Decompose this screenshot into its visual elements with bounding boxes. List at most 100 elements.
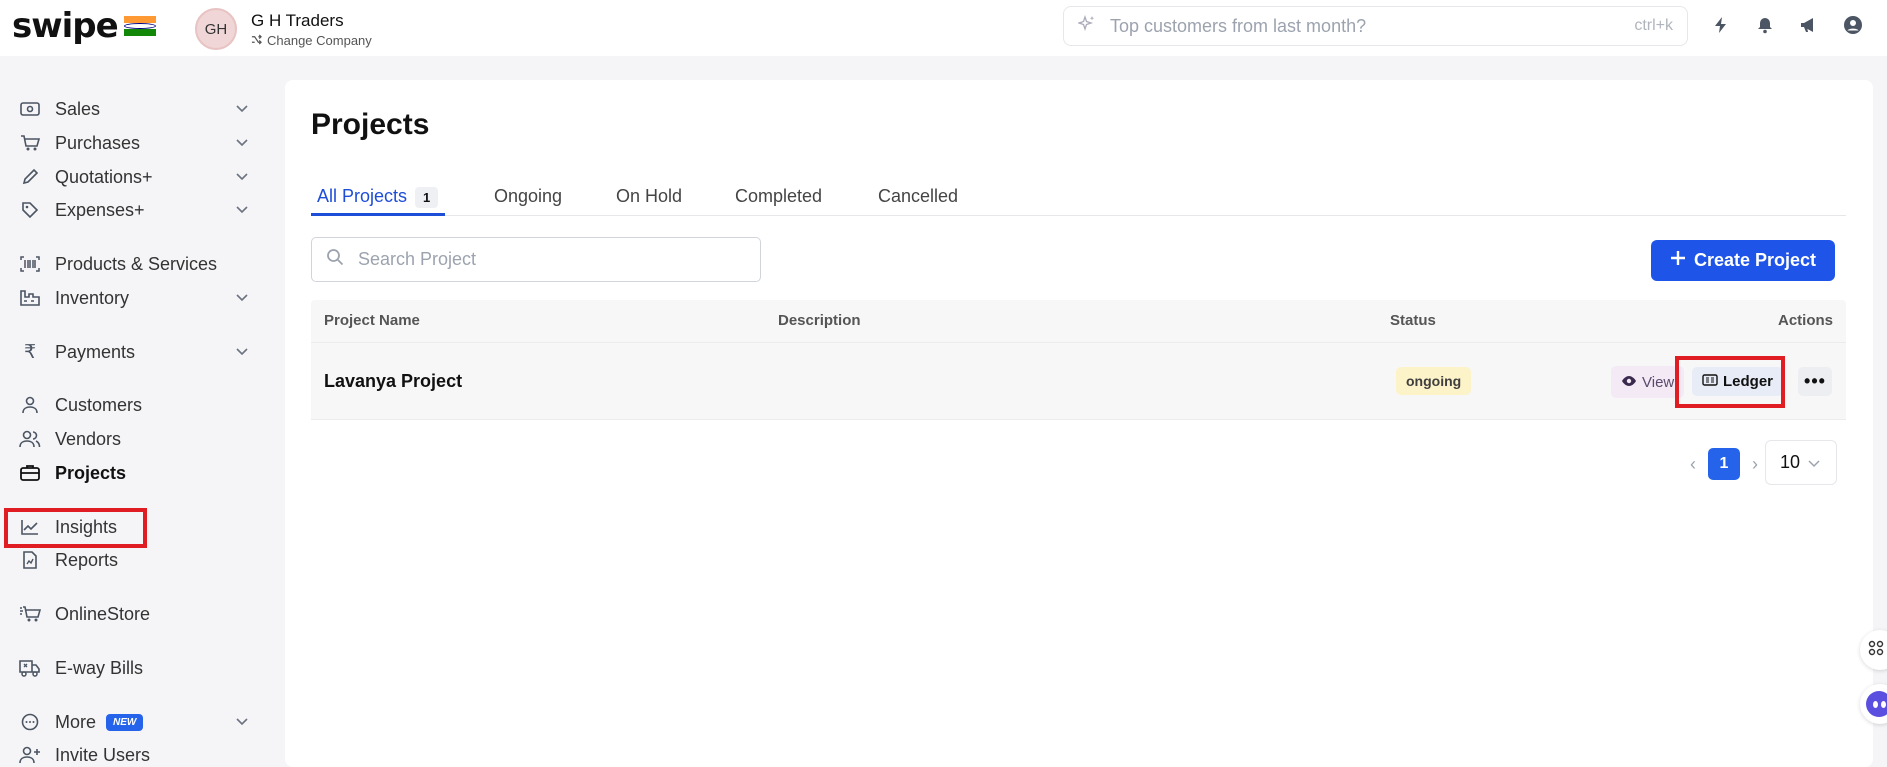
sidebar-item-vendors[interactable]: Vendors bbox=[18, 425, 248, 453]
account-icon[interactable] bbox=[1842, 14, 1864, 36]
chevron-down-icon[interactable] bbox=[236, 713, 248, 731]
top-bar: swipe GH G H Traders Change Company Top … bbox=[0, 0, 1887, 56]
user-icon bbox=[18, 395, 42, 415]
create-project-label: Create Project bbox=[1693, 250, 1817, 270]
project-tabs: All Projects 1 Ongoing On Hold Completed… bbox=[311, 180, 1846, 216]
cart-icon bbox=[18, 133, 42, 153]
tab-on-hold[interactable]: On Hold bbox=[616, 180, 682, 216]
new-badge: NEW bbox=[106, 713, 144, 731]
sidebar-item-label: Expenses+ bbox=[55, 199, 145, 220]
sidebar-item-more[interactable]: More NEW bbox=[18, 708, 248, 736]
search-placeholder: Search Project bbox=[358, 249, 477, 269]
view-label: View bbox=[1642, 373, 1675, 391]
chevron-down-icon bbox=[1808, 452, 1820, 473]
tab-label: Ongoing bbox=[494, 186, 563, 206]
avatar: GH bbox=[195, 8, 237, 50]
table-header: Project Name Description Status Actions bbox=[311, 300, 1846, 342]
create-project-button[interactable]: Create Project bbox=[1651, 240, 1835, 281]
project-name-cell[interactable]: Lavanya Project bbox=[324, 371, 462, 392]
logo-text: swipe bbox=[12, 6, 119, 46]
lightning-icon[interactable] bbox=[1710, 14, 1732, 36]
ledger-label: Ledger bbox=[1723, 373, 1774, 390]
sidebar-item-sales[interactable]: Sales bbox=[18, 95, 248, 123]
rupee-icon: ₹ bbox=[23, 341, 37, 363]
column-header: Description bbox=[778, 312, 861, 329]
projects-table: Project Name Description Status Actions … bbox=[311, 300, 1846, 420]
truck-icon bbox=[18, 658, 42, 678]
bell-icon[interactable] bbox=[1754, 14, 1776, 36]
sidebar-item-inventory[interactable]: Inventory bbox=[18, 284, 248, 312]
more-actions-button[interactable]: ••• bbox=[1798, 367, 1832, 396]
sidebar-item-insights[interactable]: Insights bbox=[18, 513, 248, 541]
sidebar-item-onlinestore[interactable]: OnlineStore bbox=[18, 600, 248, 628]
sidebar-item-invite-users[interactable]: Invite Users bbox=[18, 741, 248, 767]
tab-cancelled[interactable]: Cancelled bbox=[878, 180, 958, 216]
swipe-logo[interactable]: swipe bbox=[12, 6, 156, 46]
sidebar-item-label: Inventory bbox=[55, 287, 130, 308]
store-cart-icon bbox=[18, 604, 42, 624]
sidebar-item-label: Quotations+ bbox=[55, 166, 153, 187]
status-badge: ongoing bbox=[1396, 367, 1472, 395]
tag-icon bbox=[18, 200, 42, 220]
india-flag-icon bbox=[123, 16, 156, 37]
tab-label: On Hold bbox=[616, 186, 683, 206]
cash-icon bbox=[18, 99, 42, 119]
sidebar-item-customers[interactable]: Customers bbox=[18, 391, 248, 419]
global-search-input[interactable]: Top customers from last month? ctrl+k bbox=[1063, 6, 1688, 46]
page-title: Projects bbox=[311, 108, 430, 141]
sidebar-item-reports[interactable]: Reports bbox=[18, 546, 248, 574]
sidebar: Sales Purchases Quotations+ Expenses+ Pr… bbox=[0, 56, 270, 767]
global-search-placeholder: Top customers from last month? bbox=[1110, 15, 1367, 36]
change-company-label: Change Company bbox=[267, 32, 372, 48]
company-switcher[interactable]: GH G H Traders Change Company bbox=[195, 8, 372, 50]
eye-icon bbox=[1621, 374, 1637, 391]
sidebar-item-expenses[interactable]: Expenses+ bbox=[18, 196, 248, 224]
main-content: Projects All Projects 1 Ongoing On Hold … bbox=[285, 80, 1873, 767]
megaphone-icon[interactable] bbox=[1798, 14, 1820, 36]
tab-label: Cancelled bbox=[878, 186, 959, 206]
chevron-down-icon[interactable] bbox=[236, 168, 248, 186]
sidebar-item-label: Payments bbox=[55, 341, 136, 362]
chevron-down-icon[interactable] bbox=[236, 201, 248, 219]
sidebar-item-payments[interactable]: ₹ Payments bbox=[18, 338, 248, 366]
sidebar-item-quotations[interactable]: Quotations+ bbox=[18, 163, 248, 191]
sidebar-item-products-services[interactable]: Products & Services bbox=[18, 250, 248, 278]
tab-ongoing[interactable]: Ongoing bbox=[494, 180, 562, 216]
chevron-down-icon[interactable] bbox=[236, 289, 248, 307]
sidebar-item-label: Sales bbox=[55, 98, 101, 119]
sidebar-item-label: Invite Users bbox=[55, 744, 151, 765]
chevron-down-icon[interactable] bbox=[236, 100, 248, 118]
chevron-down-icon[interactable] bbox=[236, 343, 248, 361]
project-search-input[interactable]: Search Project bbox=[311, 237, 761, 282]
tab-label: All Projects bbox=[317, 186, 408, 206]
shortcut-hint: ctrl+k bbox=[1634, 17, 1673, 34]
pencil-icon bbox=[18, 167, 42, 187]
report-icon bbox=[18, 550, 42, 570]
table-row[interactable]: Lavanya Project ongoing View Ledger ••• bbox=[311, 342, 1846, 420]
sidebar-item-eway-bills[interactable]: E-way Bills bbox=[18, 654, 248, 682]
chatbot-icon bbox=[1866, 691, 1887, 717]
plus-icon bbox=[1670, 250, 1686, 271]
pagination: ‹ 1 › bbox=[1678, 442, 1770, 486]
tab-label: Completed bbox=[735, 186, 823, 206]
sidebar-item-purchases[interactable]: Purchases bbox=[18, 129, 248, 157]
sidebar-item-label: Customers bbox=[55, 394, 143, 415]
sidebar-item-label: Vendors bbox=[55, 428, 122, 449]
view-button[interactable]: View bbox=[1611, 366, 1685, 398]
page-size-select[interactable]: 10 bbox=[1765, 440, 1837, 485]
ledger-button[interactable]: Ledger bbox=[1692, 367, 1784, 396]
tab-all-projects[interactable]: All Projects 1 bbox=[311, 180, 446, 216]
search-icon bbox=[326, 248, 344, 271]
sidebar-item-label: Projects bbox=[55, 462, 127, 483]
sidebar-item-projects[interactable]: Projects bbox=[18, 459, 248, 487]
chevron-down-icon[interactable] bbox=[236, 134, 248, 152]
prev-page-icon[interactable]: ‹ bbox=[1678, 454, 1708, 475]
barcode-icon bbox=[18, 254, 42, 274]
tab-completed[interactable]: Completed bbox=[735, 180, 822, 216]
briefcase-icon bbox=[18, 463, 42, 483]
users-icon bbox=[18, 429, 42, 449]
column-header: Status bbox=[1390, 312, 1436, 329]
change-company-link[interactable]: Change Company bbox=[251, 33, 372, 48]
sidebar-item-label: Purchases bbox=[55, 132, 141, 153]
page-number-button[interactable]: 1 bbox=[1708, 448, 1740, 480]
